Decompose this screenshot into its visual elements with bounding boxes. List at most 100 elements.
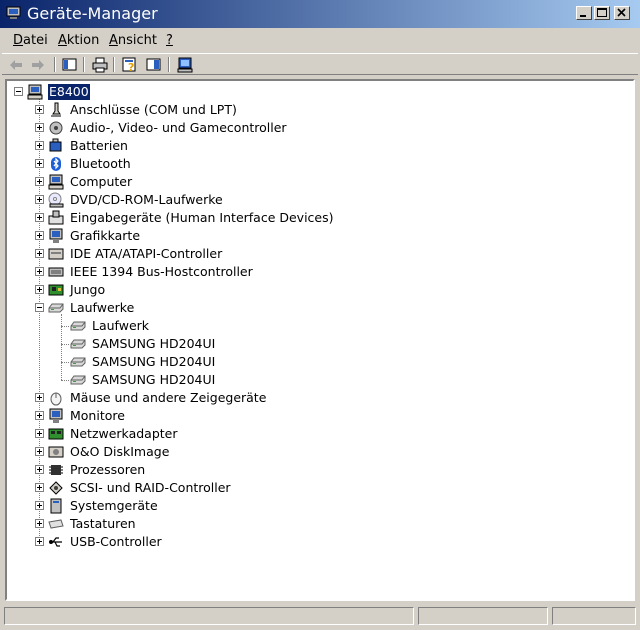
keyboard-icon [48,516,64,532]
tree-category-3[interactable]: Batterien [35,137,535,155]
expand-toggle[interactable] [35,411,44,420]
tree-node-label: Batterien [70,138,128,153]
firewire-icon [48,264,64,280]
expand-toggle[interactable] [35,249,44,258]
tree-category-15[interactable]: Netzwerkadapter [35,425,535,443]
tree-category-18[interactable]: SCSI- und RAID-Controller [35,479,535,497]
expand-toggle[interactable] [35,213,44,222]
show-hide-tree-button[interactable] [60,56,80,74]
minimize-button[interactable] [576,6,592,20]
computer-icon [48,174,64,190]
tree-device-item[interactable]: SAMSUNG HD204UI [57,335,557,353]
expand-toggle[interactable] [35,483,44,492]
usb-icon [48,534,64,550]
maximize-button[interactable] [594,6,610,20]
tree-node-label: SCSI- und RAID-Controller [70,480,231,495]
forward-button[interactable] [28,56,48,74]
collapse-toggle[interactable] [35,303,44,312]
menu-help[interactable]: ? [166,33,173,48]
scan-hardware-button[interactable] [175,56,195,74]
tree-category-17[interactable]: Prozessoren [35,461,535,479]
tree-category-14[interactable]: Monitore [35,407,535,425]
expand-toggle[interactable] [35,105,44,114]
mouse-icon [48,390,64,406]
toolbar-separator [54,57,56,72]
expand-toggle[interactable] [35,231,44,240]
tree-node-label: SAMSUNG HD204UI [92,372,216,387]
hid-icon [48,210,64,226]
display-adapter-icon [48,228,64,244]
tree-category-21[interactable]: USB-Controller [35,533,535,551]
toolbar-separator [83,57,85,72]
tree-node-label: Tastaturen [70,516,136,531]
menu-datei[interactable]: Datei [13,33,48,48]
port-icon [48,102,64,118]
tree-category-19[interactable]: Systemgeräte [35,497,535,515]
tree-category-6[interactable]: DVD/CD-ROM-Laufwerke [35,191,535,209]
show-hide-console-tree-icon [62,58,77,71]
tree-node-label: Netzwerkadapter [70,426,178,441]
expand-toggle[interactable] [35,123,44,132]
expand-toggle[interactable] [35,519,44,528]
minimize-icon [580,15,586,17]
expand-toggle[interactable] [35,141,44,150]
tree-node-label: Anschlüsse (COM und LPT) [70,102,237,117]
tree-category-12[interactable]: Laufwerke [35,299,535,317]
expand-toggle[interactable] [35,159,44,168]
help-button[interactable]: ? [120,56,140,74]
tree-category-8[interactable]: Grafikkarte [35,227,535,245]
tree-category-7[interactable]: Eingabegeräte (Human Interface Devices) [35,209,535,227]
toolbar-separator [113,57,115,72]
print-button[interactable] [90,56,110,74]
board-icon [48,282,64,298]
disk-image-icon [48,444,64,460]
expand-toggle[interactable] [35,177,44,186]
tree-category-13[interactable]: Mäuse und andere Zeigegeräte [35,389,535,407]
expand-toggle[interactable] [35,429,44,438]
expand-toggle[interactable] [35,465,44,474]
svg-text:?: ? [128,61,134,73]
show-hide-action-pane-icon [146,58,161,71]
tree-device-item[interactable]: SAMSUNG HD204UI [57,371,557,389]
scsi-icon [48,480,64,496]
scan-hardware-icon [177,57,193,73]
tree-category-16[interactable]: O&O DiskImage [35,443,535,461]
network-adapter-icon [48,426,64,442]
menu-bar: Datei Aktion Ansicht ? [2,30,638,51]
expand-toggle[interactable] [35,501,44,510]
status-bar [2,605,638,627]
collapse-toggle[interactable] [14,87,23,96]
tree-category-2[interactable]: Audio-, Video- und Gamecontroller [35,119,535,137]
disk-drive-icon [70,372,86,388]
tree-category-10[interactable]: IEEE 1394 Bus-Hostcontroller [35,263,535,281]
close-button[interactable] [614,6,630,20]
tree-category-20[interactable]: Tastaturen [35,515,535,533]
tree-device-item[interactable]: SAMSUNG HD204UI [57,353,557,371]
menu-ansicht[interactable]: Ansicht [109,33,157,48]
tree-node-label: IEEE 1394 Bus-Hostcontroller [70,264,253,279]
status-panel-main [4,607,414,625]
menu-aktion[interactable]: Aktion [58,33,99,48]
show-hide-action-pane-button[interactable] [144,56,164,74]
tree-category-11[interactable]: Jungo [35,281,535,299]
tree-category-9[interactable]: IDE ATA/ATAPI-Controller [35,245,535,263]
expand-toggle[interactable] [35,537,44,546]
title-bar[interactable]: Geräte-Manager [0,0,640,28]
tree-root-e8400[interactable]: E8400 [14,83,514,101]
tree-category-1[interactable]: Anschlüsse (COM und LPT) [35,101,535,119]
tree-category-4[interactable]: Bluetooth [35,155,535,173]
tree-node-label: SAMSUNG HD204UI [92,336,216,351]
print-icon [92,57,108,73]
expand-toggle[interactable] [35,267,44,276]
expand-toggle[interactable] [35,285,44,294]
expand-toggle[interactable] [35,393,44,402]
expand-toggle[interactable] [35,195,44,204]
tree-node-label: Laufwerke [70,300,135,315]
close-icon [617,8,626,17]
back-button[interactable] [6,56,26,74]
expand-toggle[interactable] [35,447,44,456]
tree-device-item[interactable]: Laufwerk [57,317,557,335]
device-tree[interactable]: E8400 Anschlüsse (COM und LPT) Audio-, Vid… [5,79,635,601]
tree-category-5[interactable]: Computer [35,173,535,191]
back-arrow-icon [10,60,22,70]
